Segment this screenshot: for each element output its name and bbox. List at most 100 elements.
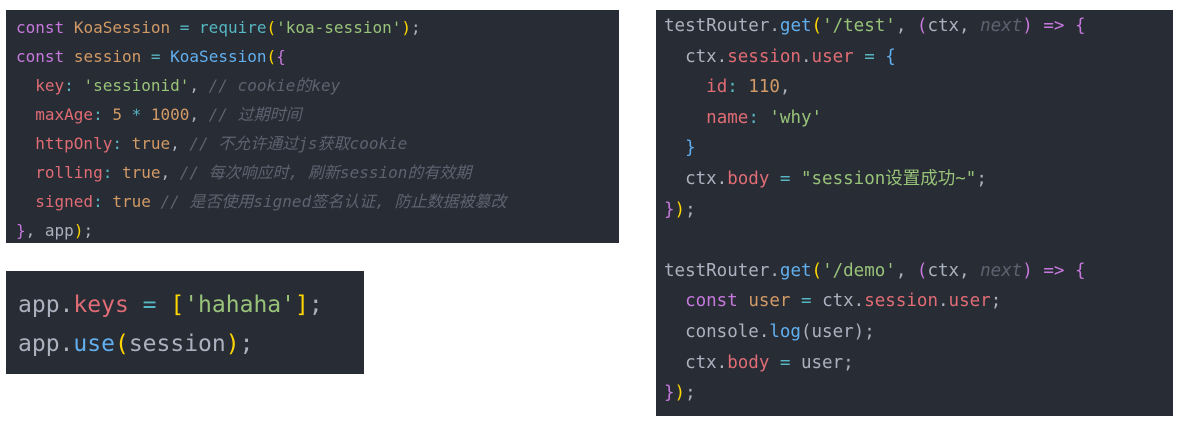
code-token: session xyxy=(727,46,801,67)
code-token: [ xyxy=(170,292,185,318)
code-token: // 不允许通过js获取cookie xyxy=(189,134,408,153)
code-token: true xyxy=(112,192,151,211)
code-token: * xyxy=(121,105,151,124)
code-block-test-router: testRouter.get('/test', (ctx, next) => {… xyxy=(656,10,1173,416)
code-token: const xyxy=(16,47,65,66)
code-token: ( xyxy=(811,16,823,36)
code-token: , xyxy=(189,105,209,124)
code-token: ctx. xyxy=(664,352,728,373)
code-token: testRouter xyxy=(664,16,770,36)
code-token: testRouter xyxy=(664,260,770,281)
code-token: require xyxy=(199,18,267,37)
code-token: { xyxy=(276,47,286,66)
code-token: ctx. xyxy=(664,46,728,67)
code-token: session xyxy=(128,331,226,357)
code-token: app xyxy=(18,292,60,318)
code-token: id xyxy=(706,77,728,98)
code-token: : xyxy=(112,134,132,153)
code-token: 'koa-session' xyxy=(276,18,402,37)
code-token: ; xyxy=(239,331,254,357)
code-token: , xyxy=(189,76,209,95)
code-token: => xyxy=(1032,260,1075,281)
code-token: , xyxy=(160,163,180,182)
code-token: = xyxy=(128,292,171,318)
code-line: id: 110, xyxy=(664,72,1173,103)
code-token: ) xyxy=(1022,260,1033,281)
code-token: // cookie的key xyxy=(208,76,341,95)
code-line: key: 'sessionid', // cookie的key xyxy=(16,71,619,100)
code-token: = xyxy=(769,352,801,373)
code-line: signed: true // 是否使用signed签名认证, 防止数据被篡改 xyxy=(16,187,619,216)
code-token: . xyxy=(59,292,74,318)
code-token: ; xyxy=(685,199,696,220)
code-line: ctx.body = "session设置成功~"; xyxy=(664,164,1173,195)
code-token: ; xyxy=(83,221,94,240)
code-line: }, app); xyxy=(16,216,619,245)
code-token: ) xyxy=(73,221,84,240)
code-line: testRouter.get('/demo', (ctx, next) => { xyxy=(664,256,1173,287)
code-token: . xyxy=(938,291,949,312)
code-line: ctx.body = user; xyxy=(664,348,1173,379)
code-token: = xyxy=(141,47,171,66)
code-token: user xyxy=(748,291,791,312)
code-token: : xyxy=(93,192,113,211)
code-token: ( xyxy=(916,260,928,281)
code-token: // 是否使用signed签名认证, 防止数据被篡改 xyxy=(160,192,507,211)
code-token: session xyxy=(73,47,142,66)
code-token: , xyxy=(895,260,917,281)
code-line: } xyxy=(664,133,1173,164)
code-token: : xyxy=(748,107,770,128)
code-token: , xyxy=(170,134,190,153)
code-line: app.keys = ['hahaha']; xyxy=(18,286,364,325)
code-token: ] xyxy=(294,292,309,318)
code-line: ctx.session.user = { xyxy=(664,42,1173,73)
code-token: , xyxy=(779,77,791,98)
code-token: maxAge xyxy=(35,105,94,124)
code-token: = xyxy=(853,46,886,67)
code-token: httpOnly xyxy=(35,134,113,153)
code-token: = xyxy=(769,168,801,189)
code-line: const KoaSession = require('koa-session'… xyxy=(16,13,619,42)
code-token: KoaSession xyxy=(170,47,267,66)
code-token: next xyxy=(980,260,1023,281)
code-line: name: 'why' xyxy=(664,103,1173,134)
code-token: user xyxy=(948,291,991,312)
code-token: user; xyxy=(800,352,854,373)
code-token: ( xyxy=(811,260,823,281)
code-token: 'why' xyxy=(769,107,823,128)
code-token: ; xyxy=(976,168,987,189)
code-token: ; xyxy=(411,18,421,37)
code-token: user xyxy=(811,46,854,67)
code-token: , app xyxy=(25,221,74,240)
code-token: . xyxy=(769,260,780,281)
code-token: ( xyxy=(266,18,277,37)
code-token: . xyxy=(59,331,74,357)
code-token: const xyxy=(16,18,65,37)
code-line: const user = ctx.session.user; xyxy=(664,286,1173,317)
code-token: => xyxy=(1032,16,1075,36)
code-token: KoaSession xyxy=(73,18,171,37)
code-token: use xyxy=(73,331,115,357)
code-token: 'sessionid' xyxy=(83,76,190,95)
code-token: ) xyxy=(225,331,240,357)
code-token: . xyxy=(769,16,780,36)
code-token: // 每次响应时, 刷新session的有效期 xyxy=(179,163,472,182)
code-line: console.log(user); xyxy=(664,317,1173,348)
code-token: get xyxy=(779,260,812,281)
code-token: console. xyxy=(664,321,770,342)
code-token: } xyxy=(664,383,675,404)
code-token: ; xyxy=(685,383,696,404)
code-token: log xyxy=(769,321,801,342)
code-token: . xyxy=(800,46,812,67)
code-token: next xyxy=(980,16,1023,36)
code-token: 5 xyxy=(112,105,122,124)
code-line: rolling: true, // 每次响应时, 刷新session的有效期 xyxy=(16,158,619,187)
